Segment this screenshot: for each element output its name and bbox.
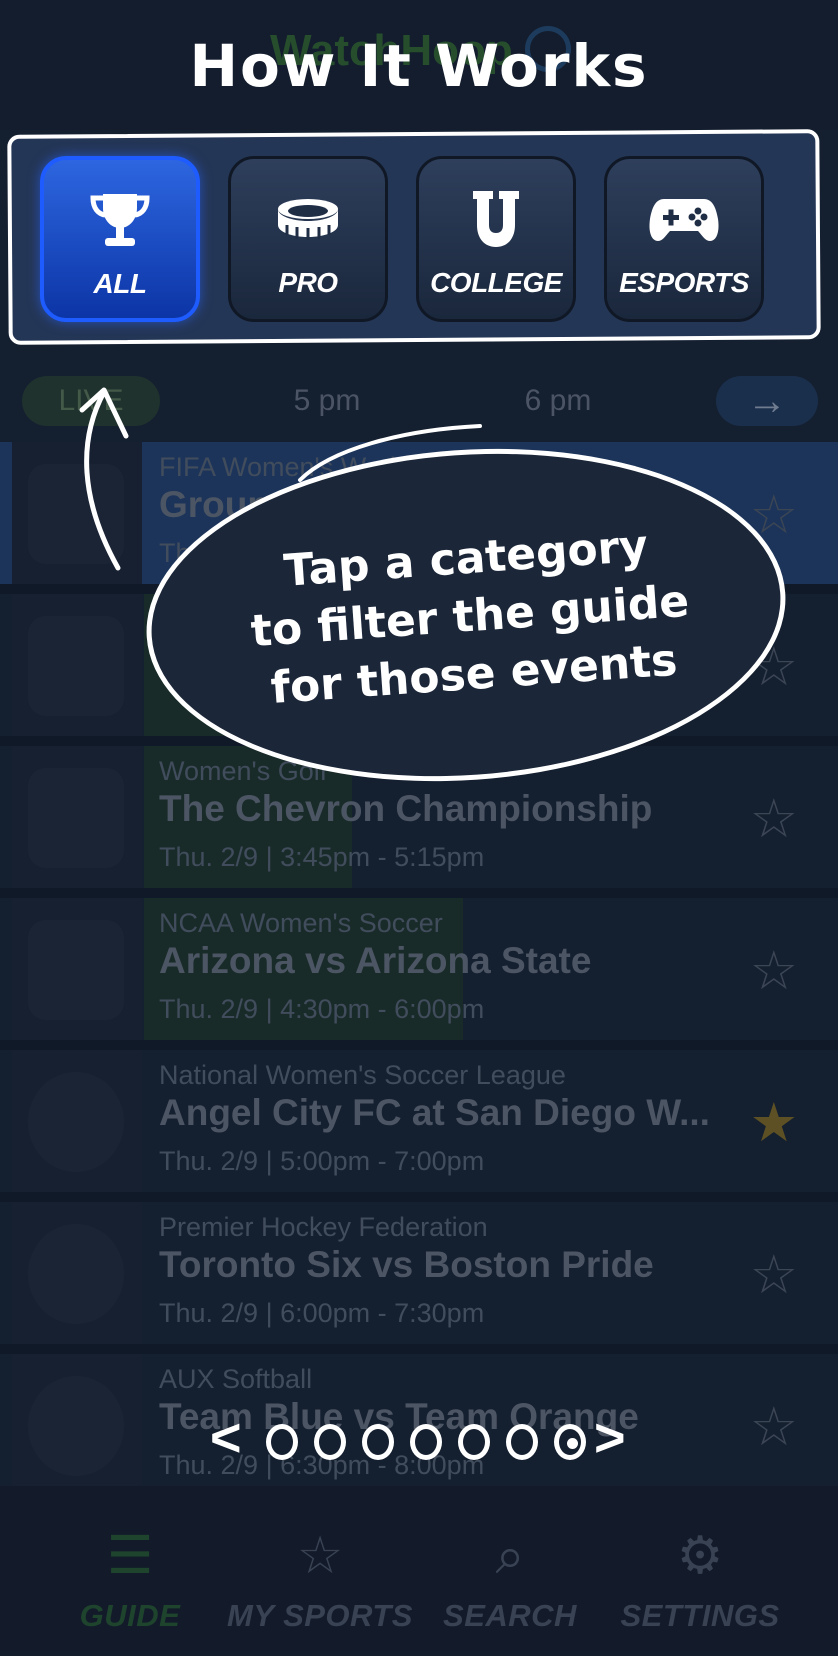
page-dot[interactable] bbox=[266, 1424, 298, 1460]
tutorial-pager: < > bbox=[210, 1408, 630, 1468]
prev-page-button[interactable]: < bbox=[210, 1408, 242, 1468]
pointer-arrow bbox=[79, 387, 482, 571]
app-root: WatchHoop LIVE 5 pm 6 pm → FIFA Women's … bbox=[0, 0, 838, 1656]
page-dot[interactable] bbox=[314, 1424, 346, 1460]
next-page-button[interactable]: > bbox=[594, 1408, 626, 1468]
page-dot[interactable] bbox=[458, 1424, 490, 1460]
page-dot[interactable] bbox=[554, 1424, 586, 1460]
page-dot[interactable] bbox=[362, 1424, 394, 1460]
page-dot[interactable] bbox=[506, 1424, 538, 1460]
page-dot[interactable] bbox=[410, 1424, 442, 1460]
